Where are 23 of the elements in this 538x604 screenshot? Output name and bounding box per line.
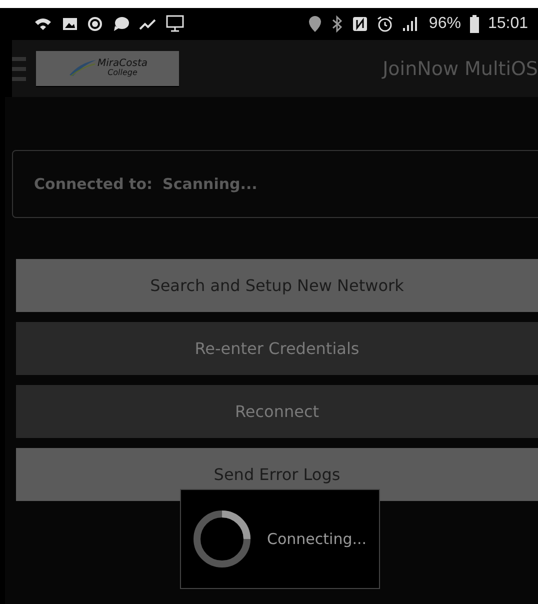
battery-icon	[470, 15, 479, 33]
menu-icon[interactable]	[12, 54, 26, 82]
logo-subtitle: College	[108, 69, 138, 77]
bluetooth-icon	[330, 15, 343, 33]
image-icon	[62, 16, 78, 32]
nfc-icon	[352, 16, 368, 32]
circle-icon	[87, 16, 103, 32]
chat-bubble-icon	[112, 16, 130, 32]
app-title: JoinNow MultiOS	[382, 58, 538, 80]
alarm-clock-icon	[376, 16, 393, 32]
logo-name: MiraCosta	[97, 59, 148, 69]
signal-icon	[402, 16, 420, 32]
action-button[interactable]: Search and Setup New Network	[16, 259, 538, 312]
clock-time: 15:01	[488, 15, 528, 33]
location-pin-icon	[308, 15, 322, 33]
battery-percentage: 96%	[428, 15, 461, 33]
dialog-message: Connecting...	[267, 530, 367, 548]
spinner-icon	[191, 508, 253, 570]
connection-status: Scanning...	[162, 175, 258, 193]
trend-icon	[139, 17, 157, 31]
monitor-icon	[166, 15, 184, 33]
connection-label: Connected to:	[34, 175, 153, 193]
action-button[interactable]: Send Error Logs	[16, 448, 538, 501]
